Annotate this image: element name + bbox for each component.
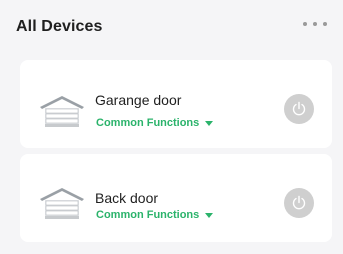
power-toggle-button[interactable] xyxy=(284,188,314,218)
common-functions-dropdown[interactable]: Common Functions xyxy=(96,209,214,221)
all-devices-screen: All Devices Garange door Common Function… xyxy=(0,0,343,254)
common-functions-label: Common Functions xyxy=(96,209,200,221)
device-card-garange-door[interactable]: Garange door Common Functions xyxy=(20,60,332,148)
more-horizontal-icon xyxy=(303,22,307,26)
page-title: All Devices xyxy=(16,18,103,35)
caret-down-icon xyxy=(205,121,214,126)
power-toggle-button[interactable] xyxy=(284,94,314,124)
device-name: Back door xyxy=(95,190,159,206)
more-options-button[interactable] xyxy=(303,16,327,32)
device-name: Garange door xyxy=(95,92,182,108)
garage-door-icon xyxy=(40,96,84,127)
common-functions-dropdown[interactable]: Common Functions xyxy=(96,117,214,129)
device-card-back-door[interactable]: Back door Common Functions xyxy=(20,154,332,242)
caret-down-icon xyxy=(205,213,214,218)
power-icon xyxy=(292,195,306,210)
more-dot xyxy=(323,22,327,26)
more-dot xyxy=(313,22,317,26)
common-functions-label: Common Functions xyxy=(96,117,200,129)
power-icon xyxy=(292,101,306,116)
garage-door-icon xyxy=(40,188,84,219)
